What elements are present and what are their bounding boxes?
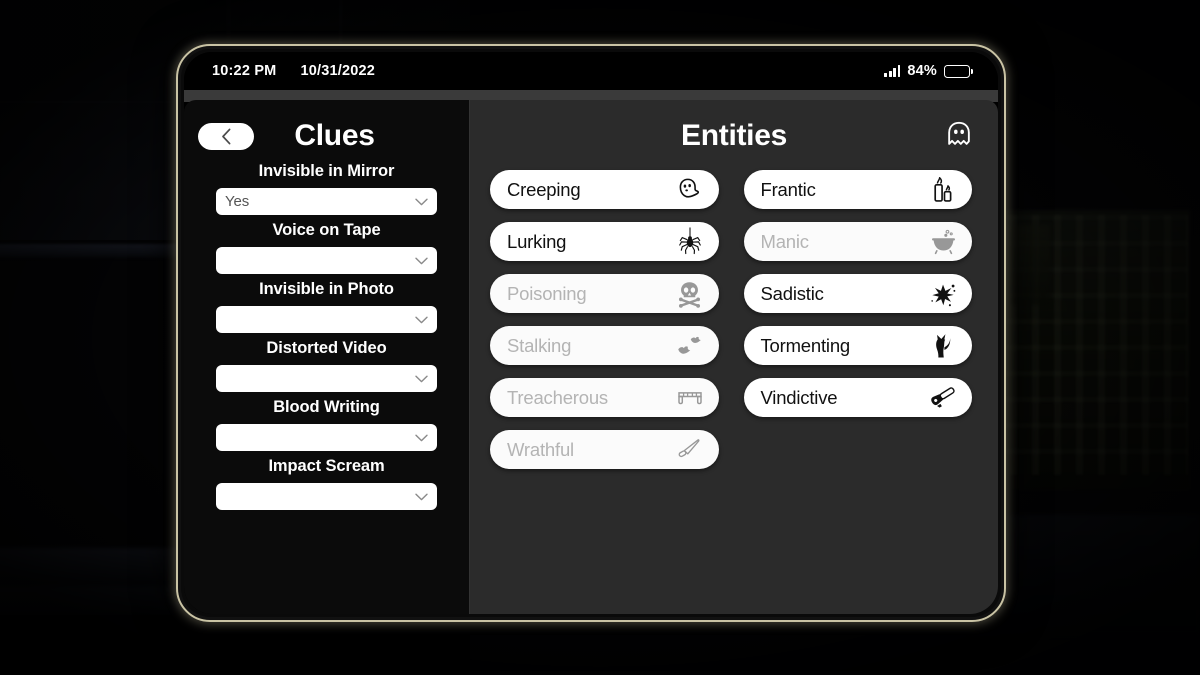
ghost-icon[interactable]	[942, 118, 976, 152]
entity-label: Vindictive	[760, 386, 838, 408]
clue-row: Blood Writing	[184, 398, 469, 451]
entity-pill-vindictive[interactable]: Vindictive	[743, 378, 972, 417]
clue-dropdown-impact-scream[interactable]	[216, 483, 437, 510]
clue-row: Voice on Tape	[184, 221, 469, 274]
clue-row: Invisible in Photo	[184, 280, 469, 333]
tablet-device: 10:22 PM 10/31/2022 84% Clues Invisible …	[176, 44, 1006, 622]
entity-pill-lurking[interactable]: Lurking	[490, 222, 719, 261]
tablet-screen: 10:22 PM 10/31/2022 84% Clues Invisible …	[184, 52, 998, 614]
clues-title: Clues	[294, 119, 375, 152]
clue-label: Invisible in Photo	[259, 280, 394, 298]
status-time: 10:22 PM	[212, 63, 277, 79]
entity-pill-poisoning[interactable]: Poisoning	[490, 274, 719, 313]
chevron-down-icon	[415, 316, 428, 323]
status-date: 10/31/2022	[300, 63, 376, 79]
chevron-down-icon	[415, 198, 428, 205]
clue-label: Blood Writing	[273, 398, 380, 416]
clue-dropdown-blood-writing[interactable]	[216, 424, 437, 451]
clue-value: Yes	[225, 193, 250, 210]
chevron-left-icon	[221, 128, 230, 144]
battery-icon	[944, 64, 974, 78]
chevron-down-icon	[415, 493, 428, 500]
clue-row: Invisible in Mirror Yes	[184, 162, 469, 215]
entity-label: Frantic	[760, 178, 816, 200]
knife-icon	[675, 435, 705, 465]
blood-splatter-icon	[928, 279, 958, 309]
ghost-icon	[948, 121, 970, 145]
clue-row: Distorted Video	[184, 339, 469, 392]
clue-dropdown-invisible-in-photo[interactable]	[216, 306, 437, 333]
entity-label: Poisoning	[507, 282, 587, 304]
entity-label: Wrathful	[507, 438, 574, 460]
status-indicators: 84%	[884, 63, 974, 79]
clue-dropdown-voice-on-tape[interactable]	[216, 247, 437, 274]
cauldron-icon	[928, 227, 958, 257]
entities-header: Entities	[470, 110, 998, 162]
clues-header: Clues	[184, 110, 469, 162]
clue-dropdown-invisible-in-mirror[interactable]: Yes	[216, 188, 437, 215]
entity-label: Treacherous	[507, 386, 608, 408]
chevron-down-icon	[415, 375, 428, 382]
entity-label: Manic	[760, 230, 810, 252]
black-cat-icon	[928, 331, 958, 361]
clue-row: Impact Scream	[184, 457, 469, 510]
status-bar: 10:22 PM 10/31/2022 84%	[184, 52, 998, 90]
clue-label: Voice on Tape	[272, 221, 381, 239]
entity-label: Creeping	[507, 178, 581, 200]
entity-label: Tormenting	[760, 334, 851, 356]
back-button[interactable]	[198, 122, 254, 150]
chevron-down-icon	[415, 434, 428, 441]
hanging-spider-icon	[675, 227, 705, 257]
clue-label: Invisible in Mirror	[258, 162, 395, 180]
clue-label: Impact Scream	[268, 457, 385, 475]
entity-pill-treacherous[interactable]: Treacherous	[490, 378, 719, 417]
entity-pill-frantic[interactable]: Frantic	[743, 170, 972, 209]
entity-pill-wrathful[interactable]: Wrathful	[490, 430, 719, 469]
entity-label: Lurking	[507, 230, 567, 252]
entities-grid: Creeping Frantic Lurking Manic Poisoning…	[470, 162, 998, 469]
entity-pill-stalking[interactable]: Stalking	[490, 326, 719, 365]
bats-icon	[675, 331, 705, 361]
signal-bars-icon	[884, 65, 901, 77]
vampire-fangs-icon	[675, 383, 705, 413]
chevron-down-icon	[415, 257, 428, 264]
clues-panel: Clues Invisible in Mirror Yes Voice on T…	[184, 100, 469, 614]
clue-dropdown-distorted-video[interactable]	[216, 365, 437, 392]
app-body: Clues Invisible in Mirror Yes Voice on T…	[184, 100, 998, 614]
entity-pill-creeping[interactable]: Creeping	[490, 170, 719, 209]
clue-label: Distorted Video	[266, 339, 387, 357]
entity-label: Sadistic	[760, 282, 824, 304]
entities-panel: Entities Creeping Frantic Lurking Manic …	[470, 100, 998, 614]
candles-icon	[928, 175, 958, 205]
entity-pill-manic[interactable]: Manic	[743, 222, 972, 261]
skull-crossbones-icon	[675, 279, 705, 309]
entity-pill-tormenting[interactable]: Tormenting	[743, 326, 972, 365]
entities-title: Entities	[681, 119, 787, 152]
chainsaw-icon	[928, 383, 958, 413]
entity-pill-sadistic[interactable]: Sadistic	[743, 274, 972, 313]
battery-percent-label: 84%	[907, 63, 937, 79]
ghost-icon	[675, 175, 705, 205]
entity-label: Stalking	[507, 334, 572, 356]
